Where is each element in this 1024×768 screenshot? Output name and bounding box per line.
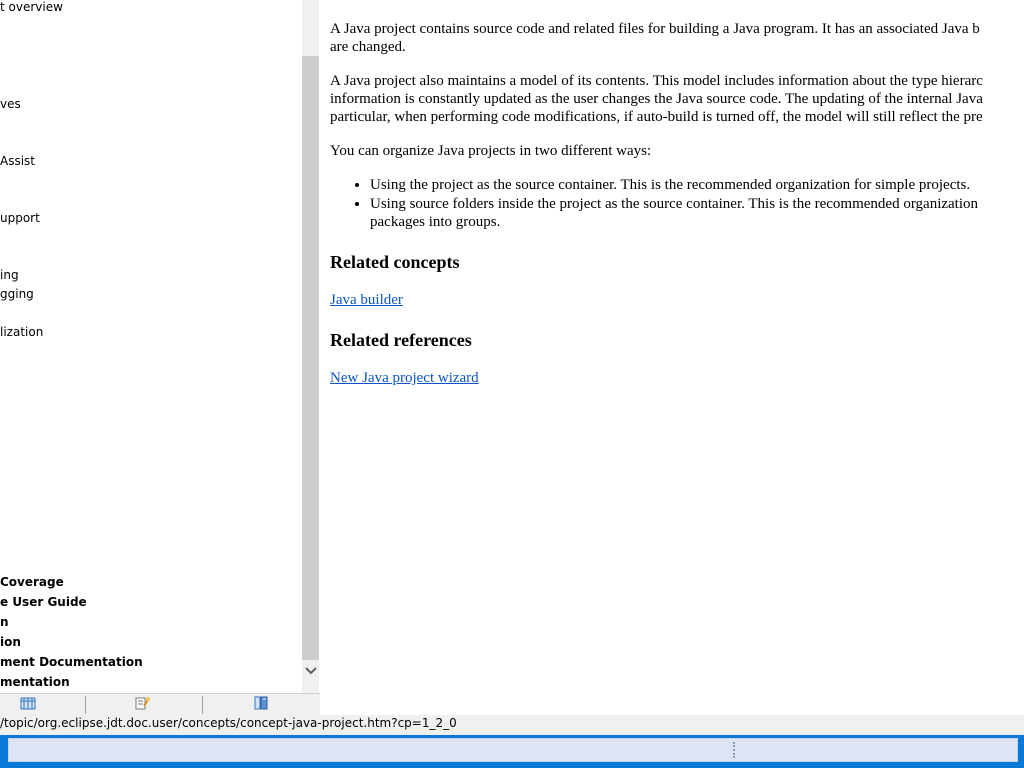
taskbar xyxy=(0,735,1024,768)
toc-tab-bar xyxy=(0,693,320,716)
related-references-heading: Related references xyxy=(330,330,472,350)
paragraph: You can organize Java projects in two di… xyxy=(330,142,1024,160)
toc-item[interactable]: Coverage xyxy=(0,575,64,589)
toc-item[interactable]: mentation xyxy=(0,675,70,689)
tab-divider xyxy=(85,696,86,714)
toc-scrollbar[interactable] xyxy=(302,0,319,693)
new-java-project-wizard-link[interactable]: New Java project wizard xyxy=(330,370,479,386)
toc-item[interactable]: t overview xyxy=(0,0,63,14)
paragraph: New Java project wizard xyxy=(330,369,1024,387)
paragraph-line: You can organize Java projects in two di… xyxy=(330,143,652,159)
paragraph-line: are changed. xyxy=(330,39,406,55)
list-item: Using the project as the source containe… xyxy=(370,176,1024,194)
toc-item[interactable]: upport xyxy=(0,211,40,225)
toc-item[interactable]: e User Guide xyxy=(0,595,87,609)
toc-item[interactable]: n xyxy=(0,615,9,629)
tab-bookmarks[interactable] xyxy=(243,694,279,716)
java-builder-link[interactable]: Java builder xyxy=(330,292,403,308)
chevron-down-icon[interactable] xyxy=(302,660,319,682)
search-results-icon xyxy=(135,696,151,715)
tab-divider xyxy=(202,696,203,714)
toc-item[interactable]: ion xyxy=(0,635,21,649)
list-item-text: Using the project as the source containe… xyxy=(370,177,971,193)
paragraph-line: information is constantly updated as the… xyxy=(330,91,983,107)
related-concepts-heading: Related concepts xyxy=(330,252,460,272)
list-item-text: packages into groups. xyxy=(370,214,501,230)
tab-contents[interactable] xyxy=(10,694,46,716)
paragraph-line: particular, when performing code modific… xyxy=(330,109,983,125)
paragraph: Java builder xyxy=(330,291,1024,309)
paragraph: A Java project also maintains a model of… xyxy=(330,72,1024,126)
contents-icon xyxy=(20,696,36,715)
status-bar: /topic/org.eclipse.jdt.doc.user/concepts… xyxy=(0,715,1024,735)
paragraph-line: A Java project also maintains a model of… xyxy=(330,73,983,89)
toc-item[interactable]: Assist xyxy=(0,154,35,168)
help-article: A Java project contains source code and … xyxy=(330,20,1024,403)
status-url: /topic/org.eclipse.jdt.doc.user/concepts… xyxy=(0,716,457,730)
toc-item[interactable]: ing xyxy=(0,268,19,282)
tab-search-results[interactable] xyxy=(125,694,161,716)
toc-item[interactable]: gging xyxy=(0,287,34,301)
paragraph: A Java project contains source code and … xyxy=(330,20,1024,56)
paragraph-line: A Java project contains source code and … xyxy=(330,21,980,37)
help-content-pane: A Java project contains source code and … xyxy=(320,0,1024,715)
toc-pane: t overview ves Assist upport ing gging l… xyxy=(0,0,320,693)
toc-item[interactable]: lization xyxy=(0,325,43,339)
toolbar-grip[interactable] xyxy=(733,742,737,758)
toc-item[interactable]: ves xyxy=(0,97,21,111)
bullet-list: Using the project as the source containe… xyxy=(330,176,1024,231)
list-item-text: Using source folders inside the project … xyxy=(370,196,979,212)
bookmarks-icon xyxy=(253,696,269,715)
scrollbar-thumb[interactable] xyxy=(302,56,319,660)
taskbar-toolbar[interactable] xyxy=(8,738,1018,762)
toc-item[interactable]: ment Documentation xyxy=(0,655,143,669)
list-item: Using source folders inside the project … xyxy=(370,195,1024,231)
